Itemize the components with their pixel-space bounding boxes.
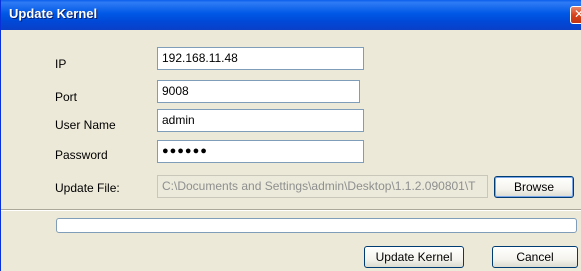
ip-input[interactable]: 192.168.11.48 <box>157 47 364 70</box>
cancel-button[interactable]: Cancel <box>492 246 578 268</box>
progress-bar <box>56 218 577 233</box>
update-kernel-button[interactable]: Update Kernel <box>364 246 464 268</box>
update-kernel-dialog: Update Kernel ✕ IP 192.168.11.48 Port 90… <box>0 0 581 271</box>
username-input[interactable]: admin <box>157 109 364 132</box>
password-label: Password <box>55 148 108 162</box>
separator <box>1 209 581 211</box>
update-file-label: Update File: <box>55 181 120 195</box>
port-label: Port <box>55 90 78 104</box>
update-file-input: C:\Documents and Settings\admin\Desktop\… <box>157 175 488 198</box>
dialog-title: Update Kernel <box>9 6 98 21</box>
port-input[interactable]: 9008 <box>157 80 360 103</box>
close-icon[interactable]: ✕ <box>570 6 581 24</box>
ip-label: IP <box>55 57 67 71</box>
browse-button[interactable]: Browse <box>494 176 574 198</box>
title-bar[interactable]: Update Kernel ✕ <box>1 0 581 30</box>
password-input[interactable]: ●●●●●● <box>157 140 364 163</box>
username-label: User Name <box>55 118 116 132</box>
